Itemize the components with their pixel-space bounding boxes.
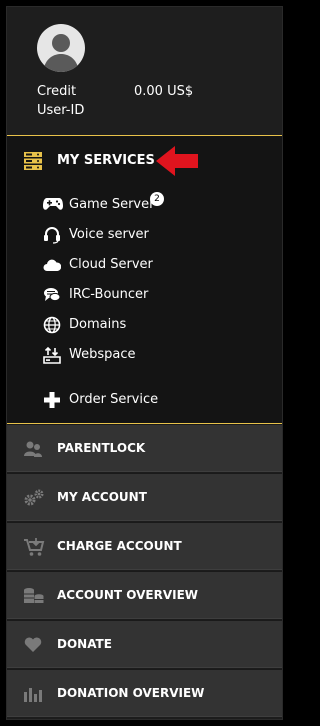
service-item-label: Cloud Server	[69, 257, 153, 272]
menu-item-account-overview[interactable]: ACCOUNT OVERVIEW	[7, 571, 282, 619]
service-item-label: Domains	[69, 317, 127, 332]
order-service-button[interactable]: Order Service	[7, 386, 282, 414]
menu-item-donation-overview[interactable]: DONATION OVERVIEW	[7, 669, 282, 717]
menu-item-charge-account[interactable]: CHARGE ACCOUNT	[7, 522, 282, 570]
service-item-label: Webspace	[69, 347, 136, 362]
coins-icon	[23, 586, 45, 610]
cloud-icon	[43, 256, 62, 278]
my-services-label: MY SERVICES	[57, 153, 155, 168]
chat-icon	[43, 286, 61, 308]
globe-icon	[43, 316, 61, 338]
user-id-label: User-ID	[37, 103, 85, 118]
gears-icon	[23, 488, 45, 512]
credit-label: Credit	[37, 84, 77, 99]
cart-icon	[23, 537, 45, 561]
my-services-section: MY SERVICES Game Server 2 Voice server C…	[7, 136, 282, 423]
my-services-header[interactable]: MY SERVICES	[7, 145, 282, 177]
server-rack-icon	[23, 151, 43, 175]
avatar[interactable]	[37, 24, 85, 72]
upload-icon	[43, 346, 61, 368]
bar-chart-icon	[23, 684, 45, 708]
headset-icon	[43, 226, 61, 248]
menu-item-label: CHARGE ACCOUNT	[57, 539, 182, 553]
menu-item-label: ACCOUNT OVERVIEW	[57, 588, 199, 602]
heart-icon	[23, 635, 43, 659]
gamepad-icon	[43, 196, 63, 216]
service-item-game-server[interactable]: Game Server	[7, 191, 282, 219]
menu-item-label: DONATION OVERVIEW	[57, 686, 205, 700]
users-icon	[23, 439, 43, 463]
arrow-left-icon	[155, 145, 199, 181]
service-item-irc-bouncer[interactable]: IRC-Bouncer	[7, 281, 282, 309]
user-avatar-icon	[43, 34, 79, 72]
user-profile: Credit 0.00 US$ User-ID	[7, 7, 282, 135]
order-service-label: Order Service	[69, 392, 159, 407]
menu-item-label: PARENTLOCK	[57, 441, 146, 455]
service-item-domains[interactable]: Domains	[7, 311, 282, 339]
service-item-cloud-server[interactable]: Cloud Server	[7, 251, 282, 279]
service-item-webspace[interactable]: Webspace	[7, 341, 282, 369]
plus-icon	[43, 391, 61, 413]
game-server-count-badge: 2	[150, 192, 164, 206]
menu-item-label: DONATE	[57, 637, 112, 651]
sidebar-panel: Credit 0.00 US$ User-ID MY SERVICES Game…	[6, 6, 283, 720]
service-item-label: Voice server	[69, 227, 149, 242]
menu-item-my-account[interactable]: MY ACCOUNT	[7, 473, 282, 521]
menu-item-label: MY ACCOUNT	[57, 490, 147, 504]
service-item-label: Game Server	[69, 197, 155, 212]
service-item-label: IRC-Bouncer	[69, 287, 149, 302]
credit-balance: 0.00 US$	[134, 84, 194, 99]
menu-item-parentlock[interactable]: PARENTLOCK	[7, 424, 282, 472]
menu-item-donate[interactable]: DONATE	[7, 620, 282, 668]
service-item-voice-server[interactable]: Voice server	[7, 221, 282, 249]
